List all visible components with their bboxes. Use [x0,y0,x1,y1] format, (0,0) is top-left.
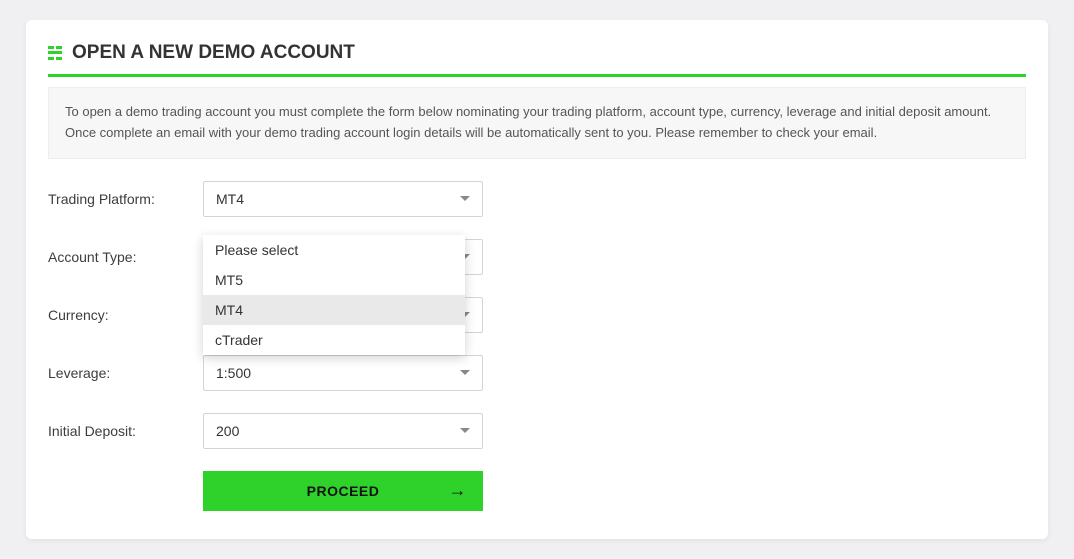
demo-account-card: OPEN A NEW DEMO ACCOUNT To open a demo t… [26,20,1048,539]
chevron-down-icon [460,370,470,375]
trading-platform-dropdown[interactable]: Please select MT5 MT4 cTrader [203,235,465,355]
select-leverage-value: 1:500 [216,365,251,381]
row-currency: Currency: [48,297,1026,333]
proceed-button-label: PROCEED [307,483,380,499]
dropdown-item-mt5[interactable]: MT5 [203,265,465,295]
select-leverage[interactable]: 1:500 [203,355,483,391]
row-account-type: Account Type: [48,239,1026,275]
list-icon [48,46,62,60]
arrow-right-icon: → [449,480,468,501]
page-title: OPEN A NEW DEMO ACCOUNT [72,42,355,64]
info-text: To open a demo trading account you must … [48,87,1026,159]
select-initial-deposit-value: 200 [216,423,239,439]
select-trading-platform-value: MT4 [216,191,244,207]
dropdown-item-please-select[interactable]: Please select [203,235,465,265]
row-leverage: Leverage: 1:500 [48,355,1026,391]
dropdown-item-mt4[interactable]: MT4 [203,295,465,325]
select-initial-deposit[interactable]: 200 [203,413,483,449]
card-header: OPEN A NEW DEMO ACCOUNT [48,42,1026,77]
row-initial-deposit: Initial Deposit: 200 [48,413,1026,449]
dropdown-item-ctrader[interactable]: cTrader [203,325,465,355]
submit-row: PROCEED → [203,471,1026,511]
proceed-button[interactable]: PROCEED → [203,471,483,511]
chevron-down-icon [460,196,470,201]
demo-account-form: Trading Platform: MT4 Please select MT5 … [48,181,1026,511]
select-trading-platform[interactable]: MT4 [203,181,483,217]
label-leverage: Leverage: [48,365,203,381]
row-trading-platform: Trading Platform: MT4 [48,181,1026,217]
chevron-down-icon [460,428,470,433]
label-initial-deposit: Initial Deposit: [48,423,203,439]
label-currency: Currency: [48,307,203,323]
label-account-type: Account Type: [48,249,203,265]
label-trading-platform: Trading Platform: [48,191,203,207]
